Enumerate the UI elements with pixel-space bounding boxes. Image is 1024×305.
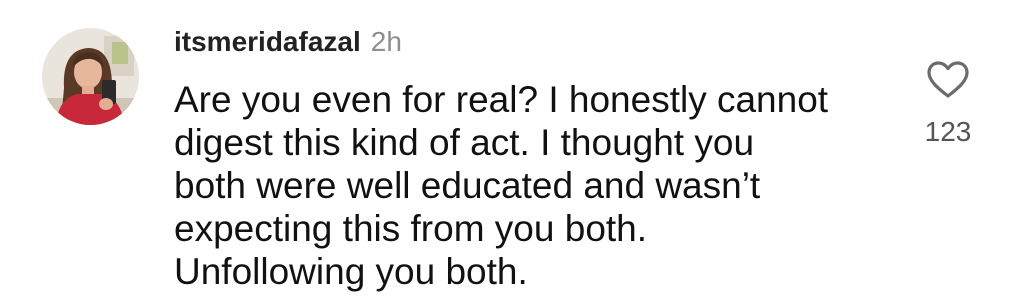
comment-header: itsmeridafazal 2h bbox=[174, 24, 402, 65]
comment-text-line: Unfollowing you both. bbox=[174, 251, 528, 292]
comment-text-line: Are you even for real? I honestly cannot bbox=[174, 79, 829, 120]
heart-icon[interactable] bbox=[926, 60, 970, 100]
comment-text-line: expecting this from you both. bbox=[174, 208, 648, 249]
avatar-photo bbox=[42, 28, 139, 125]
comment-text-line: digest this kind of act. I thought you bbox=[174, 122, 755, 163]
avatar[interactable] bbox=[42, 28, 139, 125]
like-control: 123 bbox=[900, 60, 996, 148]
like-count: 123 bbox=[924, 116, 972, 147]
comment-text-line: both were well educated and wasn’t bbox=[174, 165, 761, 206]
username-link[interactable]: itsmeridafazal bbox=[174, 26, 361, 57]
comment-text: Are you even for real? I honestly cannot… bbox=[174, 78, 894, 293]
comment-timestamp: 2h bbox=[370, 26, 402, 57]
comment-item: itsmeridafazal 2h Are you even for real? … bbox=[0, 0, 1024, 305]
